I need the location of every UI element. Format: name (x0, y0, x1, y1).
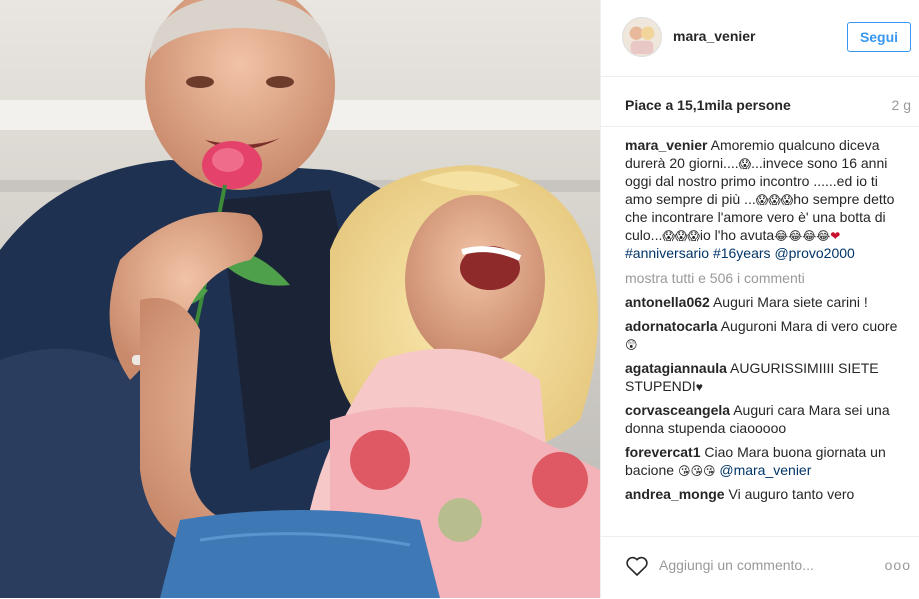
mention-link[interactable]: @mara_venier (719, 462, 811, 478)
comment-text: Auguri Mara siete carini ! (712, 294, 868, 310)
comment-username[interactable]: agatagiannaula (625, 360, 727, 376)
black-heart-icon: ♥ (695, 380, 703, 395)
comment: agatagiannaula AUGURISSIMIIII SIETE STUP… (625, 359, 903, 395)
caption-text-4: io l'ho avuta (699, 227, 775, 243)
comment-text: Auguroni Mara di vero cuore (720, 318, 898, 334)
astonished-emoji-icon: 😲 (625, 338, 638, 353)
avatar[interactable] (622, 17, 662, 57)
couple-photo-illustration (0, 0, 600, 598)
post-age[interactable]: 2 g (892, 97, 911, 113)
scream-emoji-icon: 😱😱😱 (755, 193, 794, 208)
header-username[interactable]: mara_venier (673, 28, 756, 44)
caption: mara_venier Amoremio qualcuno diceva dur… (625, 136, 903, 262)
comment-username[interactable]: antonella062 (625, 294, 710, 310)
comment-username[interactable]: forevercat1 (625, 444, 701, 460)
post-header: mara_venier Segui (601, 0, 919, 77)
comment: antonella062 Auguri Mara siete carini ! (625, 293, 903, 311)
comment-input[interactable]: Aggiungi un commento... (659, 557, 814, 573)
red-heart-icon: ❤ (830, 229, 841, 244)
follow-button[interactable]: Segui (847, 22, 911, 52)
post-sidebar: mara_venier Segui Piace a 15,1mila perso… (600, 0, 919, 598)
comment: corvasceangela Auguri cara Mara sei una … (625, 401, 903, 437)
scream-emoji-icon: 😱 (738, 157, 752, 172)
more-options-icon[interactable]: ooo (885, 557, 911, 573)
kiss-emoji-icon: 😘😘😘 (677, 464, 716, 479)
post-footer: Aggiungi un commento... ooo (601, 536, 919, 599)
hashtag-link[interactable]: #anniversario (625, 245, 709, 261)
comment-username[interactable]: andrea_monge (625, 486, 725, 502)
comment: adornatocarla Auguroni Mara di vero cuor… (625, 317, 903, 353)
scream-emoji-icon: 😱😱😱 (662, 229, 700, 244)
hashtag-link[interactable]: #16years (713, 245, 771, 261)
post-photo[interactable] (0, 0, 600, 598)
likes-count[interactable]: Piace a 15,1mila persone (625, 97, 791, 113)
caption-username[interactable]: mara_venier (625, 137, 708, 153)
avatar-image (623, 18, 661, 56)
comments-list: mara_venier Amoremio qualcuno diceva dur… (625, 136, 903, 524)
comment-username[interactable]: corvasceangela (625, 402, 730, 418)
comment-username[interactable]: adornatocarla (625, 318, 718, 334)
comment: andrea_monge Vi auguro tanto vero (625, 485, 903, 503)
divider (601, 126, 919, 127)
show-all-comments[interactable]: mostra tutti e 506 i commenti (625, 269, 903, 287)
comment: forevercat1 Ciao Mara buona giornata un … (625, 443, 903, 479)
heart-icon[interactable] (625, 555, 649, 577)
mention-link[interactable]: @provo2000 (774, 245, 854, 261)
comment-text: Vi auguro tanto vero (728, 486, 855, 502)
instagram-post: mara_venier Segui Piace a 15,1mila perso… (0, 0, 919, 598)
grin-emoji-icon: 😂😂😂😂 (774, 229, 831, 244)
